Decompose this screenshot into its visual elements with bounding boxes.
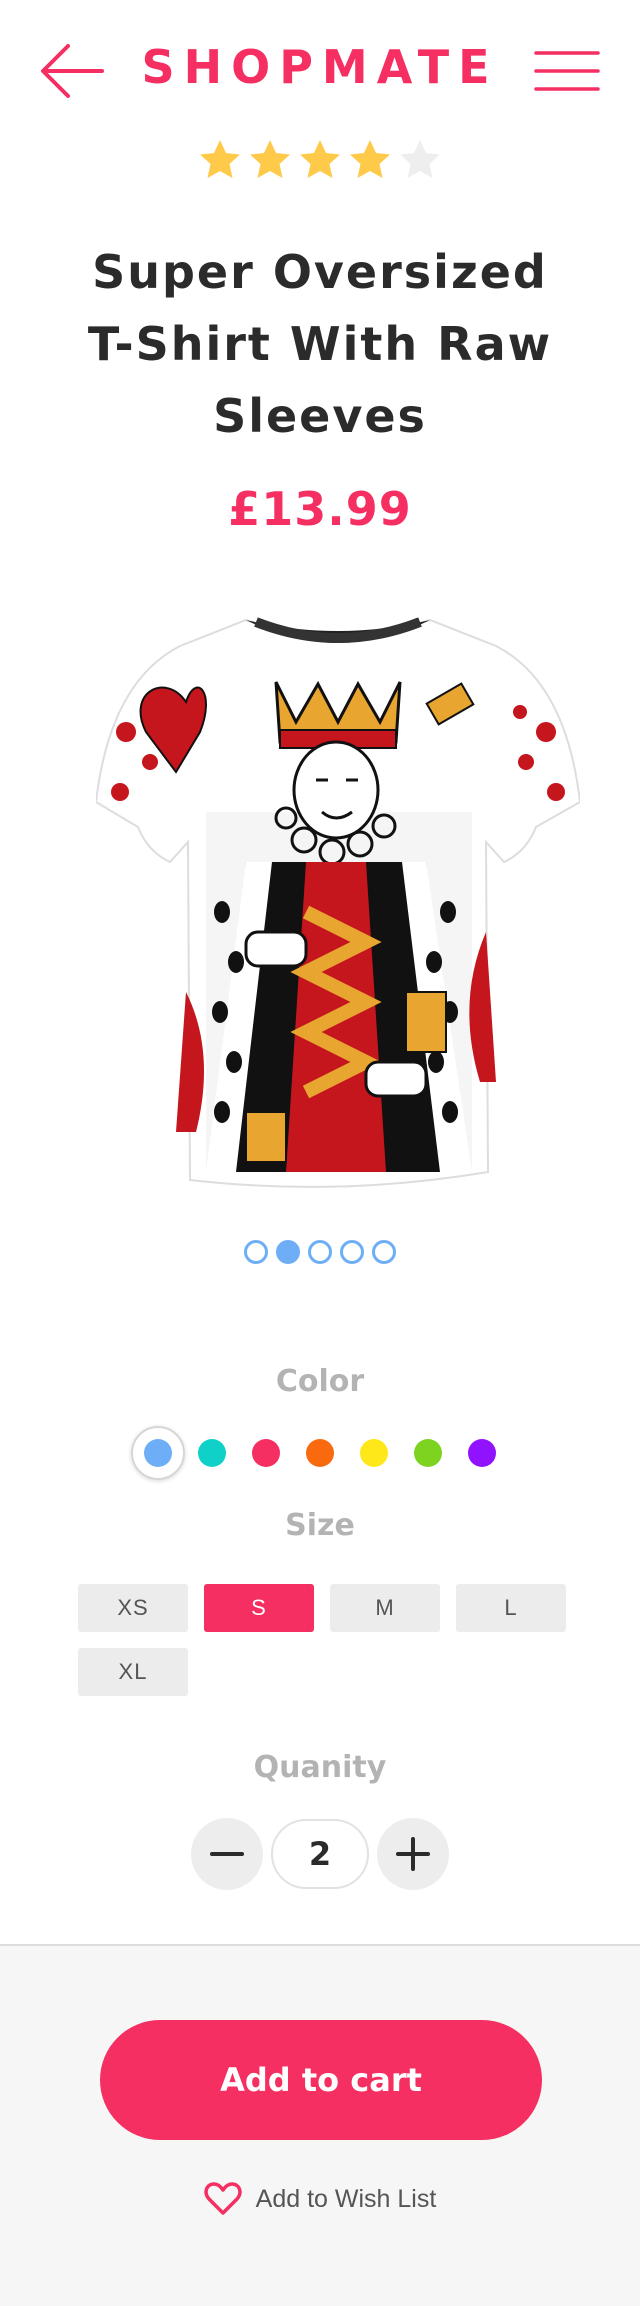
add-to-cart-button[interactable]: Add to cart xyxy=(100,2020,542,2140)
carousel-dot[interactable] xyxy=(340,1240,364,1264)
star-filled-icon xyxy=(200,140,240,178)
size-label: Size xyxy=(285,1508,355,1543)
purchase-footer: Add to cart Add to Wish List xyxy=(0,1944,640,2306)
carousel-dot[interactable] xyxy=(308,1240,332,1264)
carousel-dot[interactable] xyxy=(244,1240,268,1264)
size-option-xl[interactable]: XL xyxy=(78,1648,188,1696)
size-picker: XS S M L XL xyxy=(78,1584,568,1696)
color-swatch-dot xyxy=(468,1439,496,1467)
size-option-l[interactable]: L xyxy=(456,1584,566,1632)
color-swatch-dot xyxy=(360,1439,388,1467)
header: SHOPMATE xyxy=(0,0,640,140)
increase-quantity-button[interactable] xyxy=(377,1818,449,1890)
king-of-hearts-tshirt-image xyxy=(96,617,580,1188)
minus-icon xyxy=(210,1852,244,1856)
product-price: £13.99 xyxy=(228,482,412,536)
color-label: Color xyxy=(275,1364,365,1399)
color-swatch[interactable] xyxy=(239,1426,293,1480)
star-rating xyxy=(0,138,640,182)
color-swatch-dot xyxy=(198,1439,226,1467)
size-option-m[interactable]: M xyxy=(330,1584,440,1632)
color-swatch-dot xyxy=(144,1439,172,1467)
color-swatch-dot xyxy=(252,1439,280,1467)
carousel-indicator xyxy=(0,1240,640,1264)
quantity-label: Quanity xyxy=(253,1750,387,1785)
color-picker xyxy=(0,1426,640,1480)
product-title: Super Oversized T-Shirt With Raw Sleeves xyxy=(87,245,553,443)
decrease-quantity-button[interactable] xyxy=(191,1818,263,1890)
menu-button[interactable] xyxy=(534,50,600,92)
color-swatch[interactable] xyxy=(347,1426,401,1480)
heart-icon xyxy=(204,2182,242,2215)
quantity-value[interactable]: 2 xyxy=(271,1819,369,1889)
color-swatch-dot xyxy=(306,1439,334,1467)
color-swatch[interactable] xyxy=(455,1426,509,1480)
size-option-s[interactable]: S xyxy=(204,1584,314,1632)
size-option-xs[interactable]: XS xyxy=(78,1584,188,1632)
star-filled-icon xyxy=(350,140,390,178)
star-filled-icon xyxy=(300,140,340,178)
star-filled-icon xyxy=(250,140,290,178)
color-swatch[interactable] xyxy=(185,1426,239,1480)
color-swatch-dot xyxy=(414,1439,442,1467)
quantity-stepper: 2 xyxy=(0,1818,640,1890)
color-swatch[interactable] xyxy=(131,1426,185,1480)
plus-icon xyxy=(396,1837,430,1871)
color-swatch[interactable] xyxy=(401,1426,455,1480)
carousel-dot[interactable] xyxy=(276,1240,300,1264)
hamburger-menu-icon xyxy=(534,51,600,91)
star-empty-icon xyxy=(400,140,440,178)
wishlist-label: Add to Wish List xyxy=(255,2184,437,2213)
carousel-dot[interactable] xyxy=(372,1240,396,1264)
color-swatch[interactable] xyxy=(293,1426,347,1480)
add-to-wishlist-button[interactable]: Add to Wish List xyxy=(0,2182,640,2216)
